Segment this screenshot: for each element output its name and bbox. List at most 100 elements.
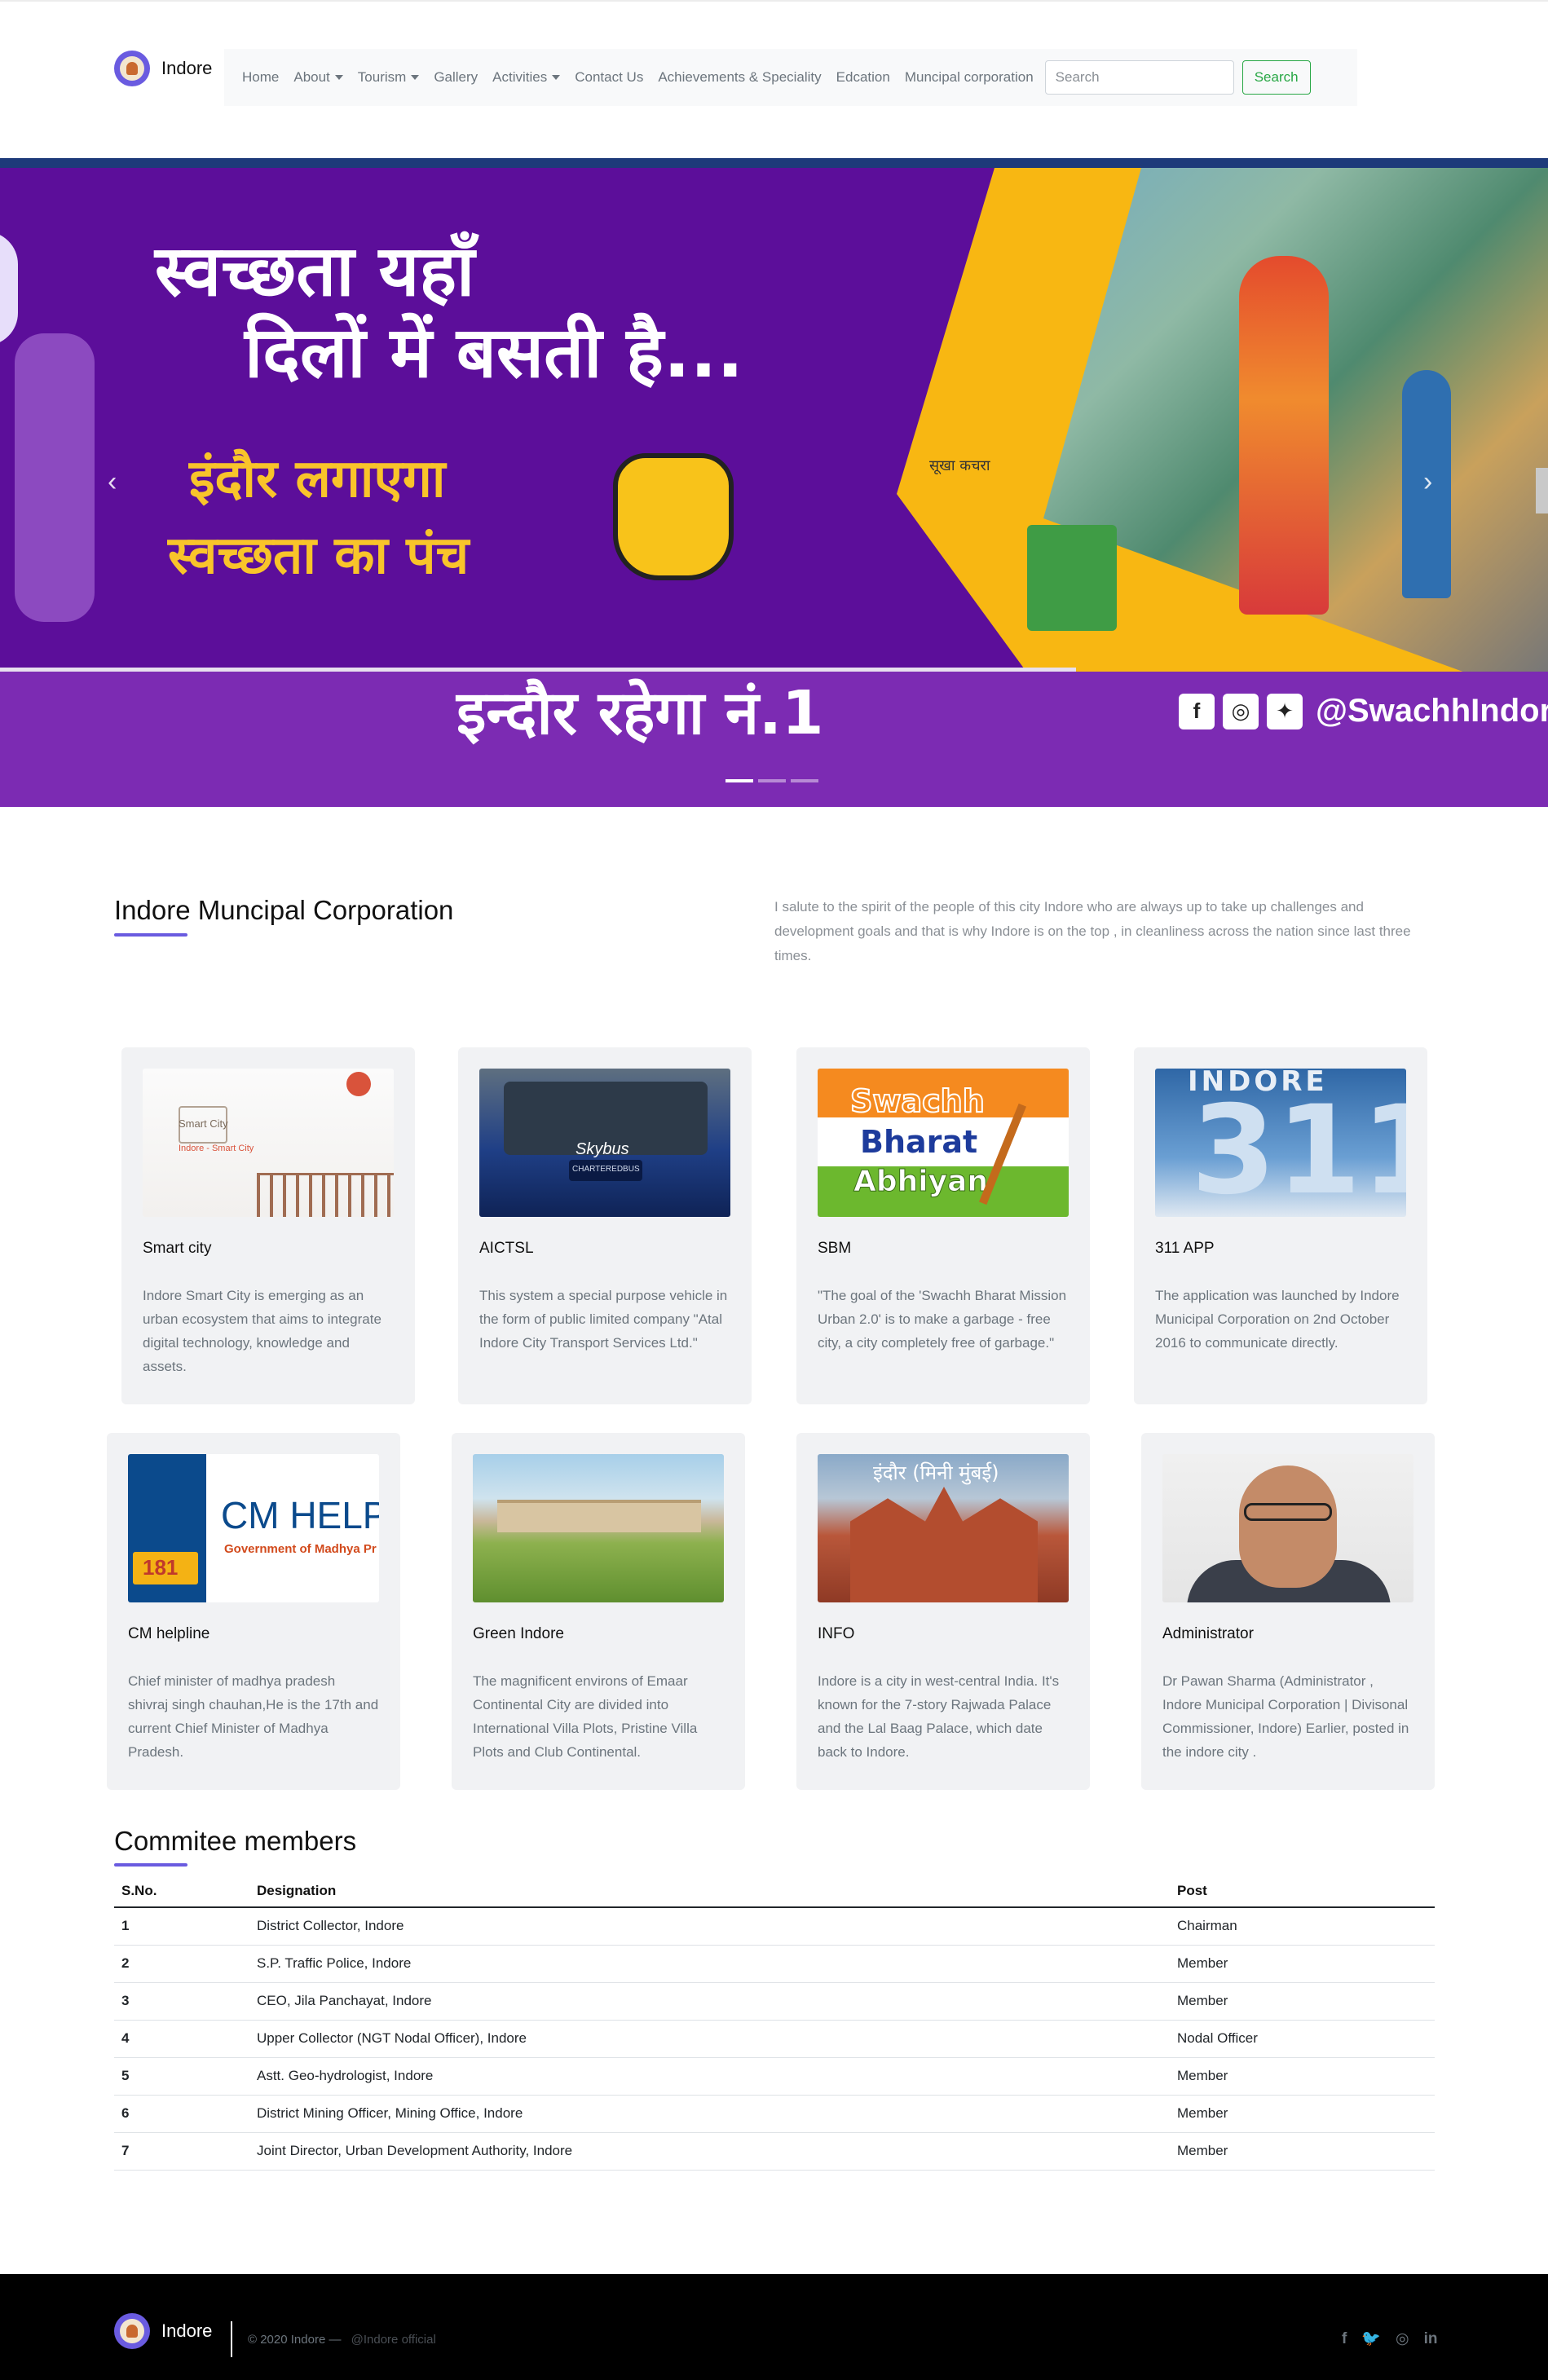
instagram-icon: ◎ (1223, 693, 1259, 729)
cell-post: Member (1170, 1945, 1435, 1983)
twitter-icon[interactable]: 🐦 (1361, 2331, 1381, 2347)
card-cm-helpline[interactable]: 181 CM HELPLI Government of Madhya Pr CM… (107, 1433, 400, 1790)
nav-item-label: Contact Us (575, 69, 644, 85)
nav-item-muncipal-corporation[interactable]: Muncipal corporation (905, 69, 1034, 86)
mural-sign-text: सूखा कचरा (929, 457, 990, 474)
column-header-designation: Designation (249, 1875, 1170, 1908)
nav-item-edcation[interactable]: Edcation (836, 69, 890, 86)
cell-sno: 4 (114, 2020, 249, 2058)
cell-sno: 2 (114, 1945, 249, 1983)
nav-item-gallery[interactable]: Gallery (434, 69, 478, 86)
column-header-post: Post (1170, 1875, 1435, 1908)
title-underline (114, 1863, 187, 1867)
cell-sno: 7 (114, 2132, 249, 2171)
card-text: Indore is a city in west-central India. … (818, 1673, 1060, 1760)
linkedin-icon[interactable]: in (1424, 2331, 1438, 2347)
nav-item-home[interactable]: Home (242, 69, 279, 86)
mural-green-bin (1027, 525, 1117, 631)
hero-social-handle: @SwachhIndore (1316, 693, 1548, 729)
card-info[interactable]: इंदौर (मिनी मुंबई) INFO Indore is a city… (796, 1433, 1090, 1790)
aictsl-bus-image: Skybus CHARTEREDBUS (479, 1069, 730, 1217)
table-row: 5 Astt. Geo-hydrologist, Indore Member (114, 2057, 1435, 2096)
footer-handle-link[interactable]: @Indore official (351, 2333, 436, 2347)
card-title: Smart city (143, 1240, 212, 1257)
hero-subheading-line1: इंदौर लगाएगा (189, 449, 446, 509)
title-underline (114, 933, 187, 937)
nav-item-tourism[interactable]: Tourism (358, 69, 420, 86)
card-title: 311 APP (1155, 1240, 1215, 1257)
nav-item-label: About (293, 69, 330, 85)
cell-sno: 3 (114, 1982, 249, 2021)
cell-post: Nodal Officer (1170, 2020, 1435, 2058)
card-title: Green Indore (473, 1625, 564, 1642)
carousel-scroll-handle[interactable] (1536, 468, 1548, 513)
cell-designation: Joint Director, Urban Development Author… (249, 2132, 1170, 2171)
footer-brand-name: Indore (161, 2320, 213, 2341)
rajwada-palace-image: इंदौर (मिनी मुंबई) (818, 1454, 1069, 1602)
top-border (0, 0, 1548, 2)
hero-heading-line1: स्वच्छता यहाँ (155, 231, 475, 312)
carousel-next-arrow-icon[interactable]: › (1423, 468, 1432, 496)
facebook-icon[interactable]: f (1342, 2331, 1347, 2347)
hero-subheading-line2: स्वच्छता का पंच (168, 526, 470, 586)
nav-item-achievements-speciality[interactable]: Achievements & Speciality (658, 69, 821, 86)
mural-sweeper-figure (1239, 256, 1329, 615)
administrator-photo (1162, 1454, 1413, 1602)
committee-table: S.No. Designation Post 1 District Collect… (114, 1875, 1435, 2171)
nav-item-about[interactable]: About (293, 69, 343, 86)
brand-name: Indore (161, 58, 213, 78)
table-row: 2 S.P. Traffic Police, Indore Member (114, 1945, 1435, 1983)
table-row: 4 Upper Collector (NGT Nodal Officer), In… (114, 2020, 1435, 2058)
nav-item-label: Muncipal corporation (904, 69, 1034, 85)
navbar: Home About Tourism Gallery Activities Contact… (224, 49, 1357, 106)
card-green-indore[interactable]: Green Indore The magnificent environs of… (452, 1433, 745, 1790)
carousel-indicator-3[interactable] (791, 779, 818, 782)
hero-social-strip: f ◎ ✦ @SwachhIndore (1179, 693, 1548, 729)
card-text: Chief minister of madhya pradesh shivraj… (128, 1673, 379, 1760)
instagram-icon[interactable]: ◎ (1396, 2331, 1409, 2347)
card-text: The application was launched by Indore M… (1155, 1288, 1400, 1351)
cell-post: Member (1170, 1982, 1435, 2021)
nav-menu: Home About Tourism Gallery Activities Contact… (242, 69, 1048, 86)
committee-title: Commitee members (114, 1826, 357, 1856)
column-header-sno: S.No. (114, 1875, 249, 1908)
table-row: 6 District Mining Officer, Mining Office,… (114, 2095, 1435, 2133)
caret-down-icon (334, 75, 343, 80)
carousel-prev-arrow-icon[interactable]: ‹ (108, 468, 117, 496)
section-title: Indore Muncipal Corporation (114, 895, 454, 925)
table-row: 7 Joint Director, Urban Development Autho… (114, 2132, 1435, 2171)
intro-paragraph: I salute to the spirit of the people of … (774, 899, 1411, 963)
table-header-row: S.No. Designation Post (114, 1875, 1435, 1908)
nav-item-contact-us[interactable]: Contact Us (575, 69, 643, 86)
card-smart-city[interactable]: Smart City Indore - Smart City Smart cit… (121, 1047, 415, 1404)
nav-item-activities[interactable]: Activities (492, 69, 561, 86)
card-administrator[interactable]: Administrator Dr Pawan Sharma (Administr… (1141, 1433, 1435, 1790)
card-311-app[interactable]: INDORE 311 311 APP The application was l… (1134, 1047, 1427, 1404)
cell-post: Member (1170, 2057, 1435, 2096)
fist-icon (613, 453, 734, 580)
card-aictsl[interactable]: Skybus CHARTEREDBUS AICTSL This system a… (458, 1047, 752, 1404)
hero-decor-pillar (15, 333, 95, 622)
footer-brand-link[interactable]: Indore (114, 2313, 212, 2349)
311-app-image: INDORE 311 (1155, 1069, 1406, 1217)
card-text: This system a special purpose vehicle in… (479, 1288, 728, 1351)
cell-designation: Upper Collector (NGT Nodal Officer), Ind… (249, 2020, 1170, 2058)
search-input[interactable] (1044, 60, 1234, 95)
carousel-indicator-1[interactable] (725, 779, 753, 782)
carousel-indicator-2[interactable] (758, 779, 786, 782)
nav-item-label: Activities (492, 69, 548, 85)
search-button[interactable]: Search (1241, 60, 1311, 95)
smart-city-image: Smart City Indore - Smart City (143, 1069, 394, 1217)
nav-item-label: Tourism (357, 69, 407, 85)
nav-item-label: Gallery (434, 69, 479, 85)
brand-logo-link[interactable]: Indore (114, 51, 212, 86)
card-text: The magnificent environs of Emaar Contin… (473, 1673, 698, 1760)
card-title: Administrator (1162, 1625, 1254, 1642)
nav-item-label: Home (242, 69, 280, 85)
cell-post: Chairman (1170, 1907, 1435, 1946)
card-sbm[interactable]: Swachh Bharat Abhiyan SBM "The goal of t… (796, 1047, 1090, 1404)
footer-social-icons: f 🐦 ◎ in (1327, 2331, 1437, 2347)
card-text: Dr Pawan Sharma (Administrator , Indore … (1162, 1673, 1409, 1760)
card-title: INFO (818, 1625, 855, 1642)
table-body: 1 District Collector, Indore Chairman 2 S.P.… (114, 1907, 1435, 2171)
